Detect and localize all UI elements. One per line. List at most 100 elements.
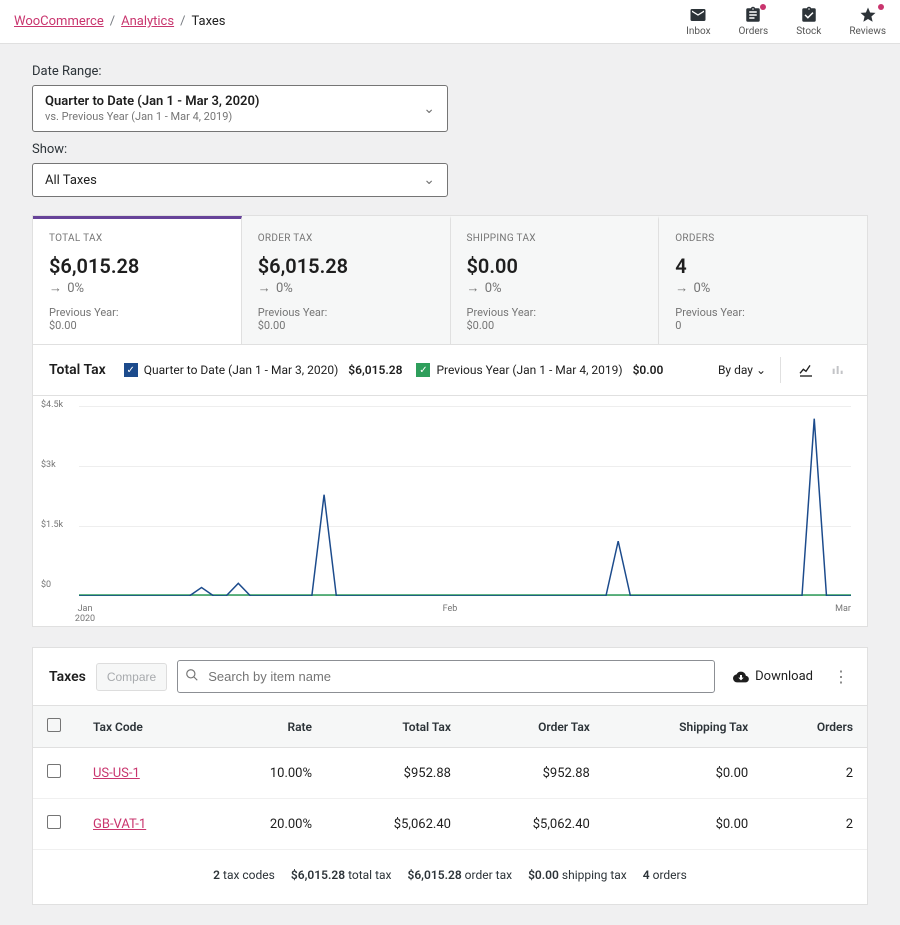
interval-label: By day [718, 363, 753, 377]
interval-select[interactable]: By day ⌄ [718, 363, 766, 377]
card-prev-label: Previous Year: [258, 306, 434, 319]
card-prev-label: Previous Year: [467, 306, 643, 319]
cell-rate: 10.00% [212, 748, 327, 799]
reviews-label: Reviews [849, 26, 886, 37]
envelope-icon [689, 6, 707, 24]
card-value: $0.00 [467, 254, 643, 278]
breadcrumb: WooCommerce / Analytics / Taxes [14, 14, 226, 29]
legend-previous[interactable]: ✓ Previous Year (Jan 1 - Mar 4, 2019) $0… [416, 363, 663, 377]
footer-total-t: total tax [348, 868, 391, 882]
row-checkbox[interactable] [47, 764, 61, 778]
card-delta: → 0% [467, 280, 643, 296]
cell-total: $952.88 [326, 748, 465, 799]
col-order-tax[interactable]: Order Tax [465, 706, 604, 748]
search-icon [185, 668, 199, 686]
col-total-tax[interactable]: Total Tax [326, 706, 465, 748]
select-all-checkbox[interactable] [47, 718, 61, 732]
y-tick: $0 [41, 580, 51, 590]
x-tick-year: 2020 [75, 614, 95, 624]
chart-body: $4.5k $3k $1.5k $0 Jan 2020 Feb Mar [33, 396, 867, 626]
legend-current-label: Quarter to Date (Jan 1 - Mar 3, 2020) [144, 363, 339, 377]
clipboard-check-icon [800, 6, 818, 24]
row-checkbox[interactable] [47, 815, 61, 829]
reviews-button[interactable]: Reviews [849, 6, 886, 37]
x-tick: Mar [835, 604, 851, 614]
bar-chart-icon [830, 362, 846, 378]
col-rate[interactable]: Rate [212, 706, 327, 748]
table-panel: Taxes Compare Download ⋮ Tax Code [32, 647, 868, 905]
breadcrumb-woocommerce[interactable]: WooCommerce [14, 14, 104, 29]
breadcrumb-analytics[interactable]: Analytics [121, 14, 174, 29]
legend-current[interactable]: ✓ Quarter to Date (Jan 1 - Mar 3, 2020) … [124, 363, 403, 377]
breadcrumb-sep: / [180, 14, 185, 29]
footer-total-n: $6,015.28 [291, 868, 345, 882]
chart-svg [79, 406, 851, 596]
card-prev-value: 0 [675, 319, 851, 332]
tax-code-link[interactable]: GB-VAT-1 [93, 817, 146, 832]
inbox-button[interactable]: Inbox [686, 6, 710, 37]
bar-chart-button[interactable] [825, 357, 851, 383]
card-delta: → 0% [258, 280, 434, 296]
chart-title: Total Tax [49, 362, 106, 378]
footer-orders-n: 4 [643, 868, 650, 882]
cell-order: $5,062.40 [465, 799, 604, 850]
table-head: Taxes Compare Download ⋮ [33, 648, 867, 705]
tax-code-link[interactable]: US-US-1 [93, 766, 140, 781]
legend-previous-label: Previous Year (Jan 1 - Mar 4, 2019) [436, 363, 622, 377]
summary-card-shipping-tax[interactable]: SHIPPING TAX$0.00→ 0%Previous Year:$0.00 [451, 216, 660, 344]
search-input[interactable] [177, 660, 715, 693]
cell-orders: 2 [762, 748, 867, 799]
legend-current-value: $6,015.28 [348, 363, 402, 377]
footer-order-t: order tax [465, 868, 512, 882]
orders-label: Orders [739, 26, 769, 37]
summary-card-orders[interactable]: ORDERS4→ 0%Previous Year:0 [659, 216, 867, 344]
col-tax-code[interactable]: Tax Code [79, 706, 212, 748]
topbar: WooCommerce / Analytics / Taxes Inbox Or… [0, 0, 900, 44]
summary-card-order-tax[interactable]: ORDER TAX $6,015.28 → 0% Previous Year:$0.0… [242, 216, 451, 344]
summary-card-total-tax[interactable]: TOTAL TAX$6,015.28→ 0%Previous Year:$0.0… [33, 216, 242, 344]
line-chart-button[interactable] [793, 357, 819, 383]
card-value: 4 [675, 254, 851, 278]
line-chart-icon [798, 362, 814, 378]
footer-ship-n: $0.00 [528, 868, 559, 882]
date-range-sub: vs. Previous Year (Jan 1 - Mar 4, 2019) [45, 110, 259, 123]
col-shipping-tax[interactable]: Shipping Tax [604, 706, 762, 748]
card-prev-value: $0.00 [49, 319, 225, 332]
y-tick: $4.5k [41, 400, 63, 410]
show-select[interactable]: All Taxes ⌄ [32, 163, 448, 197]
date-range-select[interactable]: Quarter to Date (Jan 1 - Mar 3, 2020) vs… [32, 85, 448, 132]
breadcrumb-sep: / [110, 14, 115, 29]
table-footer: 2 tax codes $6,015.28 total tax $6,015.2… [33, 850, 867, 904]
table-title: Taxes [49, 669, 86, 685]
date-range-label: Date Range: [32, 64, 868, 79]
checkbox-checked-icon: ✓ [124, 363, 138, 377]
chevron-down-icon: ⌄ [423, 101, 435, 117]
tax-table: Tax Code Rate Total Tax Order Tax Shippi… [33, 705, 867, 850]
footer-codes-t: tax codes [223, 868, 275, 882]
chevron-down-icon: ⌄ [756, 363, 766, 377]
arrow-right-icon: → [49, 281, 62, 296]
card-label: ORDER TAX [258, 233, 434, 244]
filters: Date Range: Quarter to Date (Jan 1 - Mar… [32, 64, 868, 197]
search-wrap [177, 660, 715, 693]
col-orders[interactable]: Orders [762, 706, 867, 748]
footer-ship-t: shipping tax [562, 868, 627, 882]
card-value: $6,015.28 [258, 254, 434, 278]
compare-button[interactable]: Compare [96, 663, 167, 691]
arrow-right-icon: → [675, 281, 688, 296]
download-button[interactable]: Download [725, 663, 821, 691]
card-prev-value: $0.00 [258, 319, 434, 332]
show-label: Show: [32, 142, 868, 157]
card-prev-label: Previous Year: [675, 306, 851, 319]
table-row: GB-VAT-120.00%$5,062.40$5,062.40$0.002 [33, 799, 867, 850]
footer-codes-n: 2 [213, 868, 220, 882]
card-label: ORDERS [675, 233, 851, 244]
footer-order-n: $6,015.28 [407, 868, 461, 882]
cell-shipping: $0.00 [604, 799, 762, 850]
card-prev-value: $0.00 [467, 319, 643, 332]
star-icon [859, 6, 877, 24]
orders-button[interactable]: Orders [739, 6, 769, 37]
stock-button[interactable]: Stock [796, 6, 821, 37]
cloud-download-icon [733, 669, 749, 685]
more-menu-button[interactable]: ⋮ [831, 667, 851, 686]
